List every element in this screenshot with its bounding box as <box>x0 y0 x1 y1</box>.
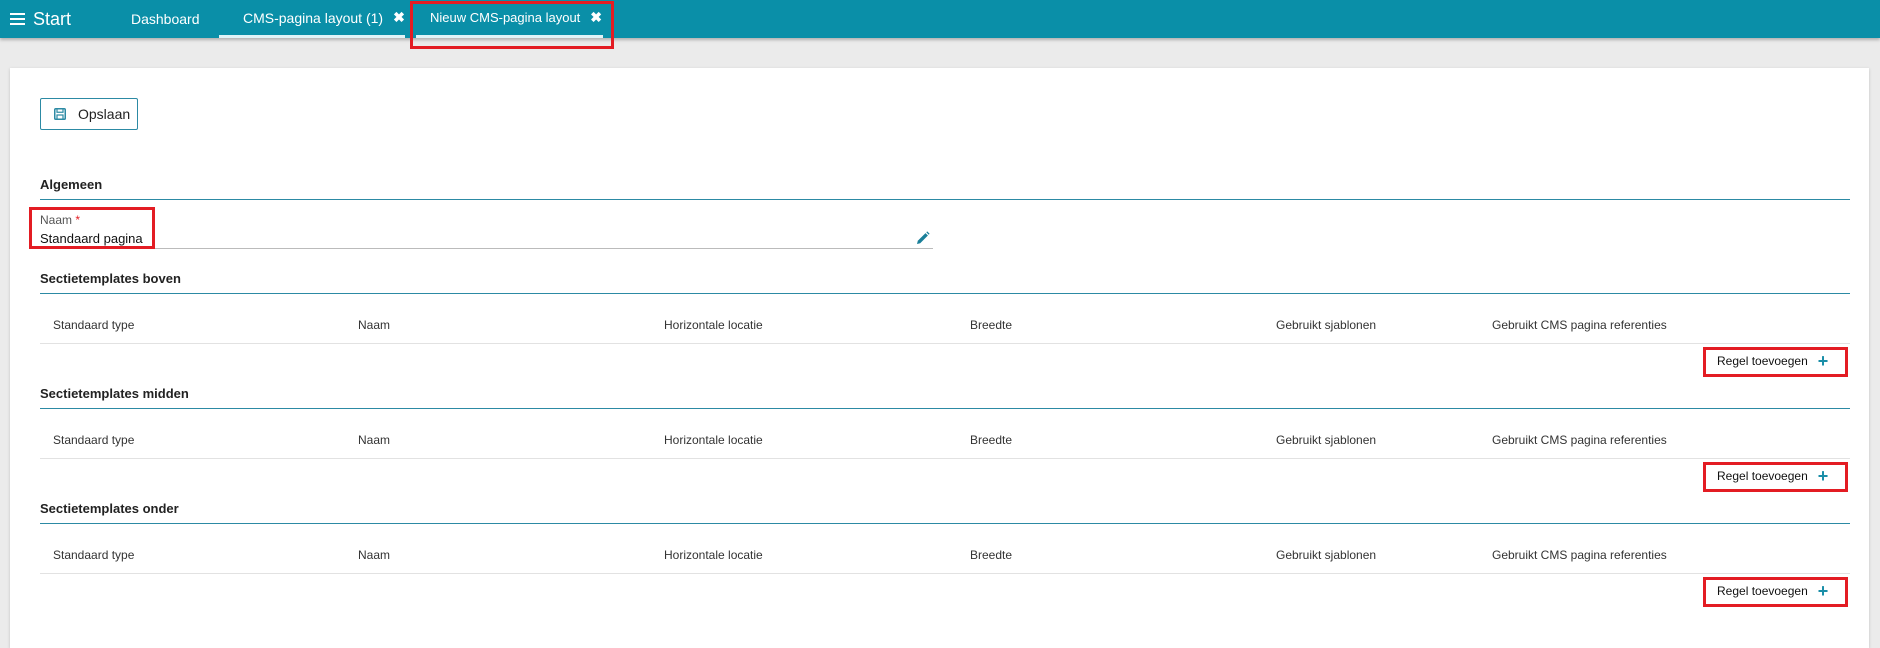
add-row-label: Regel toevoegen <box>1717 584 1808 598</box>
column-header: Horizontale locatie <box>664 433 763 447</box>
column-header: Horizontale locatie <box>664 548 763 562</box>
tab-label: Nieuw CMS-pagina layout <box>430 10 581 25</box>
section-divider <box>40 523 1850 524</box>
main-menu-button[interactable]: Start <box>10 7 71 31</box>
column-header: Standaard type <box>53 548 135 562</box>
plus-icon: + <box>1817 581 1829 601</box>
column-header: Standaard type <box>53 318 135 332</box>
section-title-onder: Sectietemplates onder <box>40 501 179 516</box>
column-header: Gebruikt sjablonen <box>1276 433 1377 447</box>
plus-icon: + <box>1817 466 1829 486</box>
section-divider <box>40 293 1850 294</box>
add-row-label: Regel toevoegen <box>1717 354 1808 368</box>
menu-label: Start <box>33 8 72 29</box>
add-row-button[interactable]: Regel toevoegen + <box>1717 581 1845 601</box>
hamburger-icon <box>10 13 25 25</box>
section-divider <box>40 408 1850 409</box>
column-header: Breedte <box>970 433 1013 447</box>
tab-nieuw-cms-pagina-layout[interactable]: Nieuw CMS-pagina layout ✖ <box>416 0 603 38</box>
tab-label: CMS-pagina layout (1) <box>243 9 384 26</box>
add-row-button[interactable]: Regel toevoegen + <box>1717 351 1845 371</box>
required-marker: * <box>75 213 81 227</box>
column-header: Naam <box>358 433 391 447</box>
section-title-algemeen: Algemeen <box>40 177 103 192</box>
column-header: Standaard type <box>53 433 135 447</box>
content-panel: Opslaan Algemeen Naam * Sectietemplates … <box>10 68 1869 648</box>
section-title-midden: Sectietemplates midden <box>40 386 189 401</box>
name-label-text: Naam <box>40 213 73 227</box>
column-header: Gebruikt CMS pagina referenties <box>1492 318 1667 332</box>
save-label: Opslaan <box>78 106 131 122</box>
column-header: Naam <box>358 318 391 332</box>
column-header: Gebruikt sjablonen <box>1276 318 1377 332</box>
name-field[interactable] <box>40 229 933 249</box>
column-header: Gebruikt CMS pagina referenties <box>1492 433 1667 447</box>
column-header: Gebruikt CMS pagina referenties <box>1492 548 1667 562</box>
save-button[interactable]: Opslaan <box>40 98 138 130</box>
close-icon[interactable]: ✖ <box>393 9 405 26</box>
plus-icon: + <box>1817 351 1829 371</box>
section-divider <box>40 199 1850 200</box>
name-label: Naam * <box>40 213 80 227</box>
add-row-button[interactable]: Regel toevoegen + <box>1717 466 1845 486</box>
table-divider <box>40 573 1850 574</box>
column-header: Gebruikt sjablonen <box>1276 548 1377 562</box>
table-divider <box>40 458 1850 459</box>
column-header: Naam <box>358 548 391 562</box>
floppy-disk-icon <box>54 108 66 120</box>
column-header: Breedte <box>970 318 1013 332</box>
tab-dashboard[interactable]: Dashboard <box>131 0 200 38</box>
add-row-label: Regel toevoegen <box>1717 469 1808 483</box>
pencil-icon[interactable] <box>915 231 930 246</box>
section-title-boven: Sectietemplates boven <box>40 271 181 286</box>
column-header: Horizontale locatie <box>664 318 763 332</box>
column-header: Breedte <box>970 548 1013 562</box>
top-bar: Start Dashboard CMS-pagina layout (1) ✖ … <box>0 0 1880 38</box>
close-icon[interactable]: ✖ <box>590 9 602 26</box>
tab-cms-pagina-layout-1[interactable]: CMS-pagina layout (1) ✖ <box>219 0 405 38</box>
table-divider <box>40 343 1850 344</box>
tab-label: Dashboard <box>131 11 200 27</box>
